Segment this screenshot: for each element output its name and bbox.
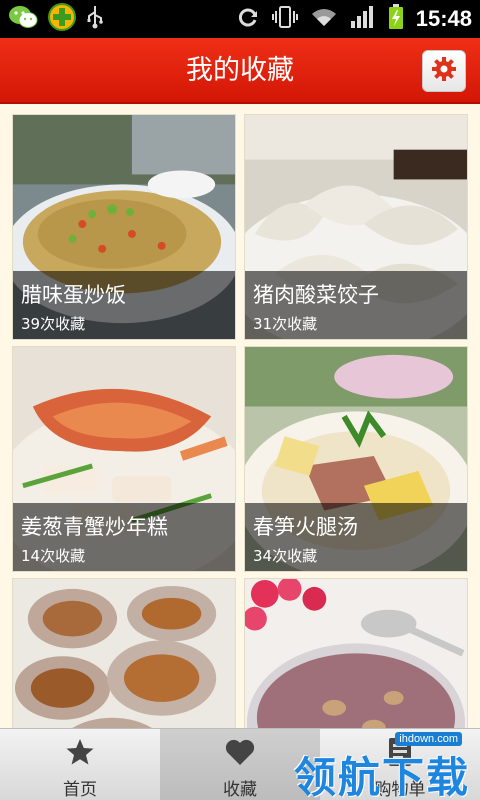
recipe-card[interactable]: 春笋火腿汤 34次收藏 (244, 346, 468, 572)
vibrate-icon (271, 5, 298, 33)
settings-button[interactable] (422, 50, 466, 92)
tab-label: 首页 (63, 780, 97, 800)
tab-label: 收藏 (223, 780, 257, 800)
favorite-count: 39次收藏 (21, 315, 86, 333)
favorite-count: 31次收藏 (253, 315, 318, 333)
recipe-card[interactable]: 姜葱青蟹炒年糕 14次收藏 (12, 346, 236, 572)
recipe-caption: 春笋火腿汤 34次收藏 (245, 503, 467, 571)
recipe-caption: 猪肉酸菜饺子 31次收藏 (245, 271, 467, 339)
wifi-icon (310, 6, 338, 32)
battery-charging-icon (388, 4, 404, 34)
recipe-card[interactable] (244, 578, 468, 728)
favorite-count: 14次收藏 (21, 547, 86, 565)
status-bar: 15:48 (0, 0, 480, 38)
title-bar: 我的收藏 (0, 38, 480, 104)
tab-home[interactable]: 首页 (0, 729, 160, 800)
recipe-card[interactable]: 腊味蛋炒饭 39次收藏 (12, 114, 236, 340)
recipe-name: 腊味蛋炒饭 (21, 283, 126, 307)
recipe-name: 春笋火腿汤 (253, 515, 358, 539)
porridge-photo (245, 579, 467, 728)
usb-icon (86, 4, 104, 34)
recipe-card[interactable]: 猪肉酸菜饺子 31次收藏 (244, 114, 468, 340)
recipe-name: 猪肉酸菜饺子 (253, 283, 379, 307)
wechat-icon (8, 4, 38, 34)
page-title: 我的收藏 (186, 55, 294, 86)
clock: 15:48 (415, 6, 472, 31)
list-icon (382, 735, 418, 769)
recipe-card[interactable] (12, 578, 236, 728)
gear-icon (431, 56, 457, 86)
abalone-photo (13, 579, 235, 728)
recipe-caption: 姜葱青蟹炒年糕 14次收藏 (13, 503, 235, 571)
tab-label: 购物单 (374, 780, 426, 800)
bottom-tab-bar: 首页 收藏 购物单 (0, 728, 480, 800)
recipe-name: 姜葱青蟹炒年糕 (21, 515, 168, 539)
sync-icon (236, 5, 260, 33)
star-icon (62, 735, 98, 769)
tab-shopping-list[interactable]: 购物单 (320, 729, 480, 800)
recipe-caption: 腊味蛋炒饭 39次收藏 (13, 271, 235, 339)
signal-icon (350, 5, 376, 33)
favorites-grid: 腊味蛋炒饭 39次收藏 猪肉酸菜饺子 31次收藏 姜葱青蟹炒年糕 14次收藏 春… (0, 104, 480, 728)
heart-icon (222, 735, 258, 769)
plus-app-icon (48, 3, 76, 35)
tab-favorites[interactable]: 收藏 (160, 729, 320, 800)
favorite-count: 34次收藏 (253, 547, 318, 565)
